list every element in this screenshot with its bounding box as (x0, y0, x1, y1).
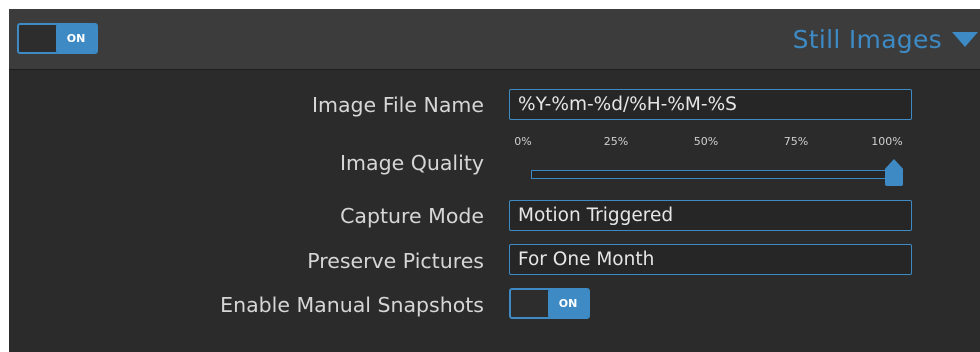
slider-tick-label: 75% (783, 135, 809, 148)
image-file-name-label: Image File Name (311, 93, 484, 117)
slider-tick-label: 50% (693, 135, 719, 148)
toggle-knob: ON (56, 25, 96, 52)
slider-tick-label: 25% (603, 135, 629, 148)
settings-panel: ON Still Images Image File Name %Y-%m-%d… (9, 9, 980, 352)
slider-handle[interactable] (885, 159, 903, 186)
section-enable-toggle[interactable]: ON (17, 23, 98, 54)
caret-down-icon (952, 31, 978, 47)
slider-track[interactable] (531, 170, 903, 179)
slider-tick-label: 0% (514, 135, 532, 148)
image-quality-label: Image Quality (340, 151, 484, 175)
capture-mode-label: Capture Mode (340, 204, 484, 228)
enable-manual-snapshots-toggle[interactable]: ON (509, 288, 590, 319)
preserve-pictures-select[interactable]: For One Month (509, 244, 912, 275)
enable-manual-snapshots-label: Enable Manual Snapshots (220, 293, 484, 317)
section-title-button[interactable]: Still Images (793, 23, 980, 55)
toggle-knob: ON (548, 290, 588, 317)
preserve-pictures-label: Preserve Pictures (307, 249, 484, 273)
image-file-name-input[interactable]: %Y-%m-%d/%H-%M-%S (509, 89, 912, 120)
section-title: Still Images (792, 24, 942, 54)
section-header: ON Still Images (9, 9, 980, 70)
slider-tick-label: 100% (871, 135, 903, 148)
capture-mode-select[interactable]: Motion Triggered (509, 200, 912, 231)
